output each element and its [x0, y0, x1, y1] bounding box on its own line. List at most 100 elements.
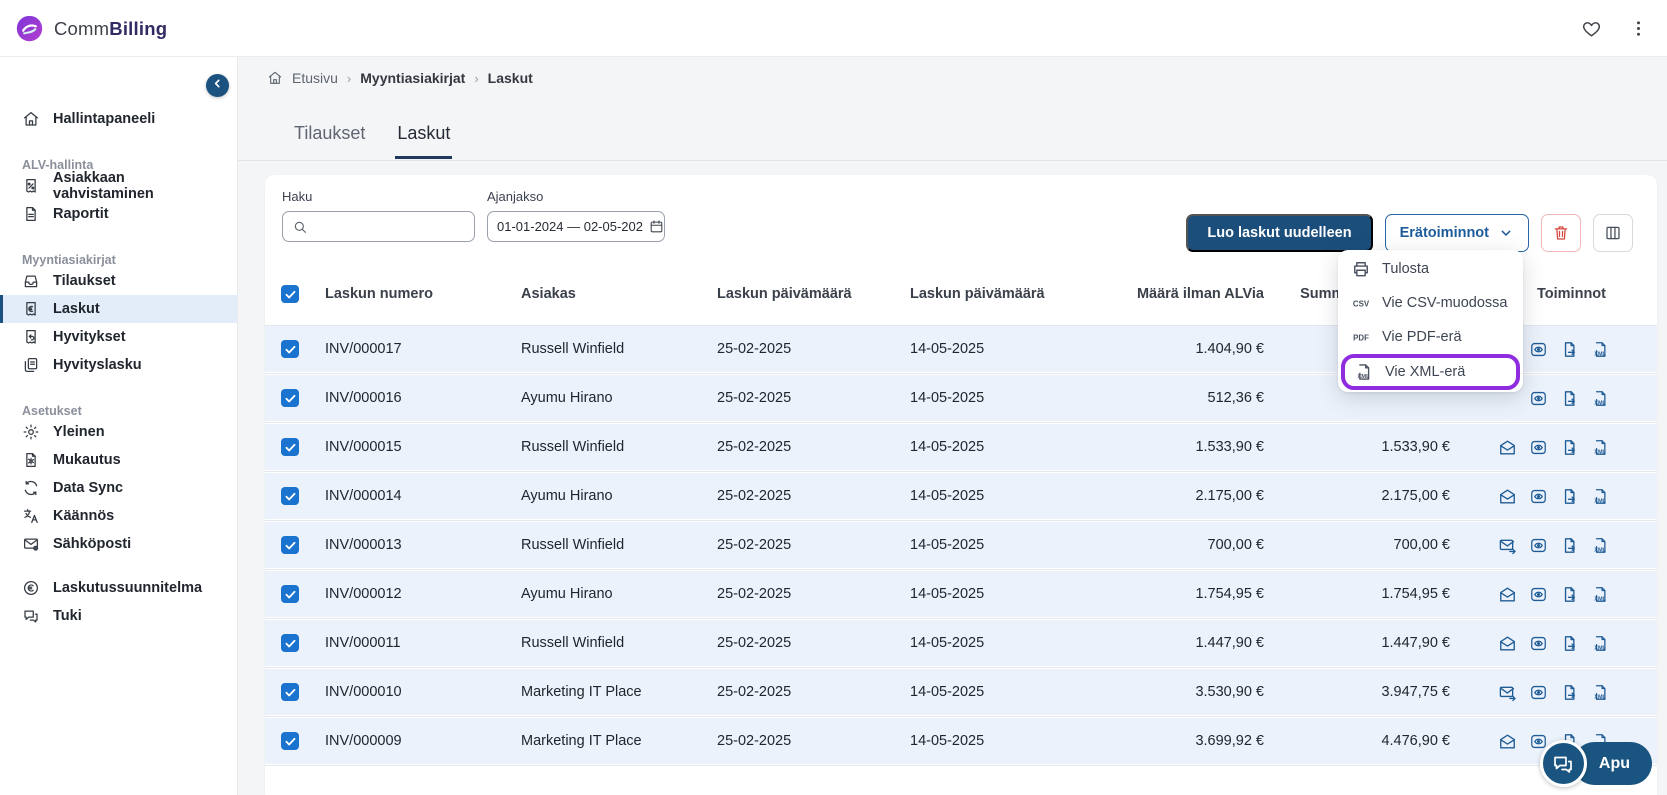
amount-total: 700,00 € — [1393, 537, 1450, 553]
help-button[interactable]: Apu — [1539, 740, 1652, 787]
breadcrumb-laskut[interactable]: Laskut — [488, 70, 533, 86]
sidebar-item-label: Hallintapaneeli — [53, 111, 156, 127]
mail-open-icon[interactable] — [1498, 585, 1517, 604]
row-checkbox[interactable] — [281, 340, 299, 358]
sidebar-item-data-sync[interactable]: Data Sync — [0, 474, 237, 502]
sidebar-item-mukautus[interactable]: Mukautus — [0, 446, 237, 474]
sidebar-item-label: Laskutussuunnitelma — [53, 580, 203, 596]
xml-file-icon[interactable]: XML — [1591, 634, 1610, 653]
breadcrumb-myyntiasiakirjat[interactable]: Myyntiasiakirjat — [360, 70, 465, 86]
xml-file-icon[interactable]: XML — [1591, 340, 1610, 359]
eye-icon[interactable] — [1529, 389, 1548, 408]
file-export-icon[interactable] — [1560, 536, 1579, 555]
tabs: Tilaukset Laskut — [292, 121, 453, 159]
mail-send-icon[interactable] — [1498, 536, 1517, 555]
table-row[interactable]: INV/000013 Russell Winfield 25-02-2025 14-0… — [265, 522, 1657, 571]
invoice-date: 25-02-2025 — [717, 341, 792, 357]
sidebar-item-asiakkaan-vahvistaminen[interactable]: Asiakkaan vahvistaminen — [0, 170, 237, 202]
eye-icon[interactable] — [1529, 487, 1548, 506]
menu-item-vie-pdf-er[interactable]: PDF Vie PDF-erä — [1338, 320, 1523, 354]
file-export-icon[interactable] — [1560, 585, 1579, 604]
mail-open-icon[interactable] — [1498, 438, 1517, 457]
row-checkbox[interactable] — [281, 389, 299, 407]
file-export-icon[interactable] — [1560, 389, 1579, 408]
amount-excl-vat: 1.533,90 € — [1195, 439, 1264, 455]
row-checkbox[interactable] — [281, 585, 299, 603]
row-checkbox[interactable] — [281, 683, 299, 701]
sidebar-item-raportit[interactable]: Raportit — [0, 200, 237, 228]
file-export-icon[interactable] — [1560, 487, 1579, 506]
file-export-icon[interactable] — [1560, 683, 1579, 702]
eye-icon[interactable] — [1529, 438, 1548, 457]
table-row[interactable]: INV/000014 Ayumu Hirano 25-02-2025 14-05-20… — [265, 473, 1657, 522]
file-export-icon[interactable] — [1560, 438, 1579, 457]
sidebar-item-laskutussuunnitelma[interactable]: Laskutussuunnitelma — [0, 574, 237, 602]
home-icon[interactable] — [267, 70, 283, 86]
delete-button[interactable] — [1541, 214, 1581, 252]
tab-laskut[interactable]: Laskut — [395, 121, 453, 159]
mail-open-icon[interactable] — [1498, 487, 1517, 506]
row-checkbox[interactable] — [281, 634, 299, 652]
menu-item-vie-csv-muodossa[interactable]: CSV Vie CSV-muodossa — [1338, 286, 1523, 320]
search-input[interactable] — [315, 219, 465, 234]
eye-icon[interactable] — [1529, 634, 1548, 653]
invoice-number: INV/000015 — [325, 439, 402, 455]
file-export-icon[interactable] — [1560, 634, 1579, 653]
sidebar-item-k-nn-s[interactable]: Käännös — [0, 502, 237, 530]
row-checkbox[interactable] — [281, 438, 299, 456]
svg-text:XML: XML — [1594, 449, 1606, 455]
batch-actions-button[interactable]: Erätoiminnot — [1384, 214, 1529, 252]
file-export-icon[interactable] — [1560, 340, 1579, 359]
xml-file-icon[interactable]: XML — [1591, 536, 1610, 555]
kebab-menu-icon[interactable] — [1628, 18, 1649, 39]
xml-file-icon[interactable]: XML — [1591, 438, 1610, 457]
table-row[interactable]: INV/000015 Russell Winfield 25-02-2025 14-0… — [265, 424, 1657, 473]
svg-text:XML: XML — [1594, 694, 1606, 700]
xml-file-icon[interactable]: XML — [1591, 389, 1610, 408]
row-checkbox[interactable] — [281, 536, 299, 554]
xml-file-icon[interactable]: XML — [1591, 585, 1610, 604]
sidebar-item-hyvitykset[interactable]: Hyvitykset — [0, 323, 237, 351]
sidebar-item-tuki[interactable]: Tuki — [0, 602, 237, 630]
sidebar-collapse-button[interactable] — [206, 74, 229, 97]
xml-file-icon[interactable]: XML — [1591, 487, 1610, 506]
table-row[interactable]: INV/000009 Marketing IT Place 25-02-2025 14… — [265, 718, 1657, 767]
customer-name: Ayumu Hirano — [521, 488, 613, 504]
sidebar-item-yleinen[interactable]: Yleinen — [0, 418, 237, 446]
xml-file-icon: XML — [1354, 362, 1374, 382]
select-all-checkbox[interactable] — [281, 285, 299, 303]
mail-send-icon[interactable] — [1498, 683, 1517, 702]
date-range-input[interactable]: 01-01-2024 — 02-05-202 — [487, 211, 665, 242]
table-row[interactable]: INV/000011 Russell Winfield 25-02-2025 14-0… — [265, 620, 1657, 669]
xml-file-icon[interactable]: XML — [1591, 683, 1610, 702]
tab-tilaukset[interactable]: Tilaukset — [292, 121, 367, 159]
menu-item-vie-xml-er[interactable]: XML Vie XML-erä — [1341, 354, 1520, 390]
eye-icon[interactable] — [1529, 536, 1548, 555]
sidebar-item-tilaukset[interactable]: Tilaukset — [0, 267, 237, 295]
col-header-number: Laskun numero — [325, 286, 433, 302]
sidebar-item-label: Data Sync — [53, 480, 124, 496]
menu-item-tulosta[interactable]: Tulosta — [1338, 252, 1523, 286]
mail-open-icon[interactable] — [1498, 634, 1517, 653]
sidebar-item-s-hk-posti[interactable]: Sähköposti — [0, 530, 237, 558]
invoice-date: 25-02-2025 — [717, 733, 792, 749]
breadcrumb-etusivu[interactable]: Etusivu — [292, 70, 338, 86]
eye-icon[interactable] — [1529, 585, 1548, 604]
table-row[interactable]: INV/000010 Marketing IT Place 25-02-2025 14… — [265, 669, 1657, 718]
sidebar-item-hyvityslasku[interactable]: Hyvityslasku — [0, 351, 237, 379]
row-checkbox[interactable] — [281, 732, 299, 750]
heart-icon[interactable] — [1581, 18, 1602, 39]
invoice-date: 25-02-2025 — [717, 586, 792, 602]
sidebar-section-label: Asetukset — [22, 404, 82, 418]
columns-settings-button[interactable] — [1593, 214, 1633, 252]
eye-icon[interactable] — [1529, 683, 1548, 702]
eye-icon[interactable] — [1529, 340, 1548, 359]
row-checkbox[interactable] — [281, 487, 299, 505]
sidebar-item-laskut[interactable]: Laskut — [0, 295, 237, 323]
mail-open-icon[interactable] — [1498, 732, 1517, 751]
regenerate-invoices-button[interactable]: Luo laskut uudelleen — [1186, 214, 1373, 252]
sidebar-item-hallintapaneeli[interactable]: Hallintapaneeli — [0, 105, 237, 133]
amount-excl-vat: 1.404,90 € — [1195, 341, 1264, 357]
table-row[interactable]: INV/000012 Ayumu Hirano 25-02-2025 14-05-20… — [265, 571, 1657, 620]
